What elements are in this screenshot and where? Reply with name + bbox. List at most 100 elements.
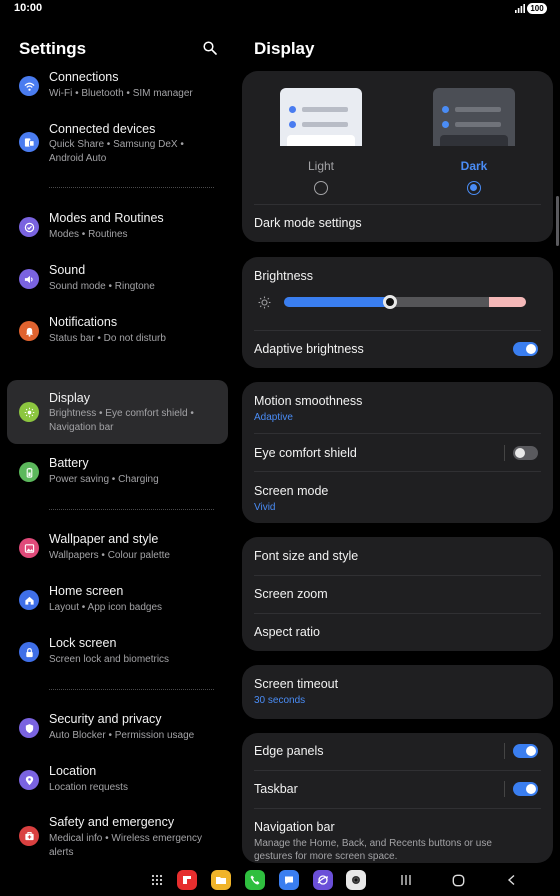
dark-theme-radio[interactable] (467, 181, 481, 195)
brightness-slider[interactable] (284, 297, 526, 307)
navigation-bar-label: Navigation bar (254, 820, 335, 834)
internet-app-icon[interactable] (313, 870, 333, 890)
eye-comfort-shield-row[interactable]: Eye comfort shield (254, 446, 541, 460)
divider (254, 330, 541, 331)
vertical-separator (504, 743, 505, 759)
preview-dot (289, 106, 296, 113)
motion-smoothness-label: Motion smoothness (254, 394, 363, 408)
brightness-extra-range (489, 297, 526, 307)
sidebar-item-subtitle: Sound mode • Ringtone (49, 281, 155, 292)
sidebar-item-subtitle: Status bar • Do not disturb (49, 333, 166, 344)
screen-mode-value: Vivid (254, 502, 276, 513)
sidebar-item-label: Safety and emergency (49, 815, 175, 829)
divider (254, 770, 541, 771)
location-pin-icon (19, 770, 39, 790)
divider (254, 471, 541, 472)
sidebar-item-modes-and-routines[interactable]: Modes and Routines Modes • Routines (7, 207, 228, 247)
taskbar-toggle[interactable] (513, 782, 538, 796)
phone-app-icon[interactable] (245, 870, 265, 890)
sidebar-item-label: Sound (49, 263, 86, 277)
screen-timeout-value: 30 seconds (254, 695, 306, 706)
emergency-icon (19, 826, 39, 846)
sidebar-item-connections[interactable]: Connections Wi-Fi • Bluetooth • SIM mana… (7, 66, 228, 106)
screen-zoom-label: Screen zoom (254, 587, 328, 601)
recents-button-icon[interactable] (400, 874, 412, 886)
sidebar-item-notifications[interactable]: Notifications Status bar • Do not distur… (7, 311, 228, 351)
dark-mode-settings-row[interactable]: Dark mode settings (254, 216, 541, 230)
messages-app-icon[interactable] (279, 870, 299, 890)
devices-icon (19, 132, 39, 152)
sidebar-item-label: Display (49, 391, 90, 405)
taskbar-row[interactable]: Taskbar (254, 782, 541, 796)
screen-timeout-label: Screen timeout (254, 677, 339, 691)
dark-theme-preview[interactable] (433, 88, 515, 146)
sidebar-item-safety-and-emergency[interactable]: Safety and emergency Medical info • Wire… (7, 811, 228, 863)
navigation-card: Edge panels Taskbar Navigation bar Manag… (242, 733, 553, 863)
sidebar-item-battery[interactable]: Battery Power saving • Charging (7, 452, 228, 492)
preview-dot (442, 106, 449, 113)
sidebar-item-label: Modes and Routines (49, 211, 164, 225)
divider (254, 613, 541, 614)
app-drawer-icon[interactable] (151, 874, 163, 886)
toggle-knob (526, 746, 536, 756)
wifi-icon (19, 76, 39, 96)
sidebar-item-home-screen[interactable]: Home screen Layout • App icon badges (7, 580, 228, 620)
flipboard-icon[interactable] (177, 870, 197, 890)
sidebar-item-connected-devices[interactable]: Connected devices Quick Share • Samsung … (7, 118, 228, 170)
sidebar-item-label: Connections (49, 70, 119, 84)
screen-zoom-row[interactable]: Screen zoom (254, 587, 541, 601)
sidebar-item-subtitle: Wi-Fi • Bluetooth • SIM manager (49, 88, 193, 99)
toggle-knob (526, 344, 536, 354)
search-icon[interactable] (203, 41, 217, 55)
sidebar-item-wallpaper-and-style[interactable]: Wallpaper and style Wallpapers • Colour … (7, 528, 228, 568)
sidebar-item-sound[interactable]: Sound Sound mode • Ringtone (7, 259, 228, 299)
preview-line (455, 122, 501, 127)
back-button-icon[interactable] (506, 874, 518, 886)
light-theme-radio[interactable] (314, 181, 328, 195)
check-circle-icon (19, 217, 39, 237)
sidebar-item-subtitle: Auto Blocker • Permission usage (49, 730, 195, 741)
sidebar-item-label: Security and privacy (49, 712, 162, 726)
motion-smoothness-row[interactable]: Motion smoothness Adaptive (254, 394, 541, 423)
sidebar-item-security-and-privacy[interactable]: Security and privacy Auto Blocker • Perm… (7, 708, 228, 748)
screen-mode-label: Screen mode (254, 484, 329, 498)
sidebar-item-subtitle: Location requests (49, 782, 128, 793)
sidebar-item-label: Home screen (49, 584, 124, 598)
divider (49, 509, 214, 510)
home-button-icon[interactable] (452, 874, 465, 887)
shield-icon (19, 718, 39, 738)
sidebar-item-subtitle: Screen lock and biometrics (49, 654, 170, 665)
scrollbar[interactable] (556, 196, 559, 246)
edge-panels-row[interactable]: Edge panels (254, 744, 541, 758)
brightness-low-icon (258, 296, 271, 309)
light-theme-preview[interactable] (280, 88, 362, 146)
sidebar-item-lock-screen[interactable]: Lock screen Screen lock and biometrics (7, 632, 228, 672)
font-size-and-style-row[interactable]: Font size and style (254, 549, 541, 563)
screen-timeout-row[interactable]: Screen timeout 30 seconds (254, 677, 541, 706)
sun-icon (19, 402, 39, 422)
sidebar-item-label: Location (49, 764, 97, 778)
font-size-and-style-label: Font size and style (254, 549, 359, 563)
adaptive-brightness-toggle[interactable] (513, 342, 538, 356)
screen-timeout-card: Screen timeout 30 seconds (242, 665, 553, 719)
camera-app-icon[interactable] (346, 870, 366, 890)
adaptive-brightness-row[interactable]: Adaptive brightness (254, 342, 541, 356)
navigation-bar-row[interactable]: Navigation bar Manage the Home, Back, an… (254, 820, 541, 863)
brightness-label: Brightness (254, 269, 314, 283)
sidebar-item-location[interactable]: Location Location requests (7, 760, 228, 800)
sidebar-item-display[interactable]: Display Brightness • Eye comfort shield … (7, 380, 228, 444)
sidebar-item-label: Connected devices (49, 122, 156, 136)
sidebar-item-subtitle: Brightness • Eye comfort shield • Naviga… (49, 408, 194, 433)
aspect-ratio-row[interactable]: Aspect ratio (254, 625, 541, 639)
settings-title: Settings (19, 39, 87, 58)
edge-panels-toggle[interactable] (513, 744, 538, 758)
adaptive-brightness-label: Adaptive brightness (254, 342, 364, 356)
theme-card: Light Dark Dark mode settings (242, 71, 553, 242)
vertical-separator (504, 781, 505, 797)
folder-app-icon[interactable] (211, 870, 231, 890)
status-time: 10:00 (14, 2, 43, 14)
signal-icon (515, 4, 525, 13)
eye-comfort-shield-toggle[interactable] (513, 446, 538, 460)
screen-mode-row[interactable]: Screen mode Vivid (254, 484, 541, 513)
sidebar-item-subtitle: Quick Share • Samsung DeX • Android Auto (49, 139, 184, 164)
